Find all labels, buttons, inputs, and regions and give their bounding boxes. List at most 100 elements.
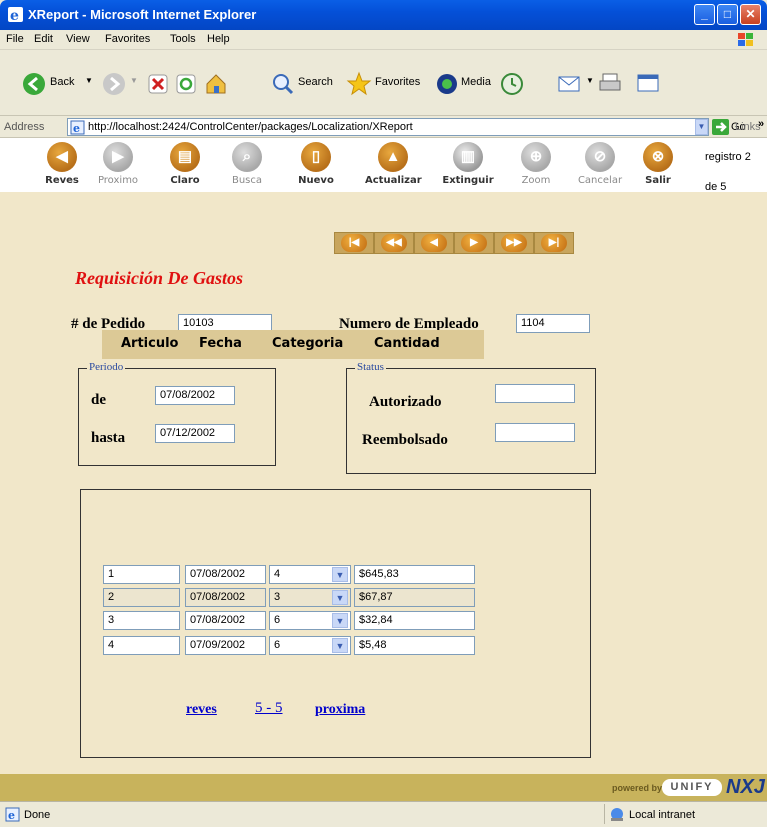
cantidad-cell[interactable]: $32,84 xyxy=(354,611,475,630)
actualizar-button[interactable]: ▲ Actualizar xyxy=(365,140,422,190)
de-input[interactable]: 07/08/2002 xyxy=(155,386,235,405)
categoria-select[interactable]: 4 ▼ xyxy=(269,565,351,584)
address-dropdown-icon[interactable]: ▼ xyxy=(695,119,708,135)
chevron-down-icon[interactable]: ▼ xyxy=(332,613,348,628)
chevron-down-icon[interactable]: ▼ xyxy=(332,638,348,653)
search-doc-icon: ⌕ xyxy=(232,142,262,172)
fecha-cell[interactable]: 07/09/2002 xyxy=(185,636,266,655)
mail-dropdown-icon[interactable]: ▼ xyxy=(586,76,594,85)
reves-link[interactable]: reves xyxy=(186,702,217,718)
nuevo-label: Nuevo xyxy=(298,175,334,186)
edit-icon[interactable] xyxy=(636,72,660,94)
back-arrow-icon[interactable] xyxy=(22,72,46,96)
autorizado-input[interactable] xyxy=(495,384,575,403)
address-url: http://localhost:2424/ControlCenter/pack… xyxy=(88,121,413,133)
header-categoria: Categoria xyxy=(272,336,344,351)
last-record-button[interactable]: ▶| xyxy=(534,232,574,254)
back-dropdown-icon[interactable]: ▼ xyxy=(85,76,93,85)
first-record-button[interactable]: |◀ xyxy=(334,232,374,254)
links-chevron-icon[interactable]: » xyxy=(758,118,764,130)
status-divider xyxy=(604,804,605,824)
history-icon[interactable] xyxy=(500,72,524,96)
chevron-down-icon[interactable]: ▼ xyxy=(332,590,348,605)
fecha-cell[interactable]: 07/08/2002 xyxy=(185,588,266,607)
zone-text: Local intranet xyxy=(629,809,696,821)
windows-flag-icon xyxy=(738,33,753,46)
page-range-link[interactable]: 5 - 5 xyxy=(255,700,283,717)
articulo-cell[interactable]: 4 xyxy=(103,636,180,655)
record-position: registro 2 xyxy=(705,151,751,163)
reves-button[interactable]: ◀ Reves xyxy=(34,140,90,190)
stop-icon[interactable] xyxy=(148,74,168,94)
articulo-cell[interactable]: 2 xyxy=(103,588,180,607)
menu-favorites[interactable]: Favorites xyxy=(105,33,150,45)
back-button[interactable]: Back xyxy=(50,76,74,88)
categoria-select[interactable]: 6 ▼ xyxy=(269,611,351,630)
window-title-bar[interactable]: e XReport - Microsoft Internet Explorer … xyxy=(0,0,767,30)
browser-toolbar: Back ▼ ▼ Search Favorites Media ▼ xyxy=(0,50,767,116)
prev-record-button[interactable]: ◀ xyxy=(414,232,454,254)
proximo-label: Proximo xyxy=(97,175,139,186)
nxj-logo: NXJ xyxy=(726,776,765,798)
go-arrow-icon[interactable] xyxy=(712,119,729,135)
fecha-cell[interactable]: 07/08/2002 xyxy=(185,611,266,630)
fecha-cell[interactable]: 07/08/2002 xyxy=(185,565,266,584)
menu-tools[interactable]: Tools xyxy=(170,33,196,45)
links-button[interactable]: Links xyxy=(735,121,761,133)
forward-dropdown-icon[interactable]: ▼ xyxy=(130,76,138,85)
periodo-legend: Periodo xyxy=(87,361,126,373)
next-record-button[interactable]: ▶ xyxy=(454,232,494,254)
nuevo-button[interactable]: ▯ Nuevo xyxy=(288,140,344,190)
cantidad-cell[interactable]: $645,83 xyxy=(354,565,475,584)
home-icon[interactable] xyxy=(204,72,228,96)
cantidad-cell[interactable]: $67,87 xyxy=(354,588,475,607)
claro-button[interactable]: ▤ Claro xyxy=(157,140,213,190)
empleado-input[interactable]: 1104 xyxy=(516,314,590,333)
busca-button[interactable]: ⌕ Busca xyxy=(219,140,275,190)
menu-file[interactable]: File xyxy=(6,33,24,45)
proxima-link[interactable]: proxima xyxy=(315,702,365,718)
minimize-button[interactable]: _ xyxy=(694,4,715,25)
cancelar-button[interactable]: ⊘ Cancelar xyxy=(572,140,628,190)
forward-arrow-icon[interactable] xyxy=(102,72,126,96)
zoom-button[interactable]: ⊕ Zoom xyxy=(508,140,564,190)
reembolsado-input[interactable] xyxy=(495,423,575,442)
app-toolbar: ◀ Reves ▶ Proximo ▤ Claro ⌕ Busca ▯ Nuevo ▲ Ac… xyxy=(0,138,767,193)
maximize-button[interactable]: □ xyxy=(717,4,738,25)
status-text: Done xyxy=(24,809,51,821)
salir-button[interactable]: ⊗ Salir xyxy=(630,140,686,190)
cantidad-cell[interactable]: $5,48 xyxy=(354,636,475,655)
mail-icon[interactable] xyxy=(558,74,582,94)
close-button[interactable]: ✕ xyxy=(740,4,761,25)
print-icon[interactable] xyxy=(598,72,622,94)
search-icon[interactable] xyxy=(272,73,294,95)
favorites-button[interactable]: Favorites xyxy=(375,76,420,88)
menu-view[interactable]: View xyxy=(66,33,90,45)
favorites-star-icon[interactable] xyxy=(346,71,372,97)
form-area: |◀ ◀◀ ◀ ▶ ▶▶ ▶| Requisición De Gastos # … xyxy=(0,192,767,774)
search-button[interactable]: Search xyxy=(298,76,333,88)
media-icon[interactable] xyxy=(436,73,458,95)
categoria-select[interactable]: 6 ▼ xyxy=(269,636,351,655)
cancel-icon: ⊘ xyxy=(585,142,615,172)
articulo-cell[interactable]: 1 xyxy=(103,565,180,584)
media-button[interactable]: Media xyxy=(461,76,491,88)
menu-edit[interactable]: Edit xyxy=(34,33,53,45)
next-page-button[interactable]: ▶▶ xyxy=(494,232,534,254)
address-input[interactable]: e http://localhost:2424/ControlCenter/pa… xyxy=(67,118,709,136)
page-done-icon: e xyxy=(5,807,20,822)
clear-document-icon: ▤ xyxy=(170,142,200,172)
refresh-icon[interactable] xyxy=(176,74,196,94)
chevron-down-icon[interactable]: ▼ xyxy=(332,567,348,582)
categoria-select[interactable]: 3 ▼ xyxy=(269,588,351,607)
hasta-input[interactable]: 07/12/2002 xyxy=(155,424,235,443)
proximo-button[interactable]: ▶ Proximo xyxy=(90,140,146,190)
zoom-label: Zoom xyxy=(521,175,551,186)
extinguir-button[interactable]: ▥ Extinguir xyxy=(440,140,496,190)
menu-help[interactable]: Help xyxy=(207,33,230,45)
svg-text:e: e xyxy=(8,809,15,822)
fast-forward-icon: ▶▶ xyxy=(501,234,527,252)
address-label: Address xyxy=(4,121,45,133)
prev-page-button[interactable]: ◀◀ xyxy=(374,232,414,254)
articulo-cell[interactable]: 3 xyxy=(103,611,180,630)
